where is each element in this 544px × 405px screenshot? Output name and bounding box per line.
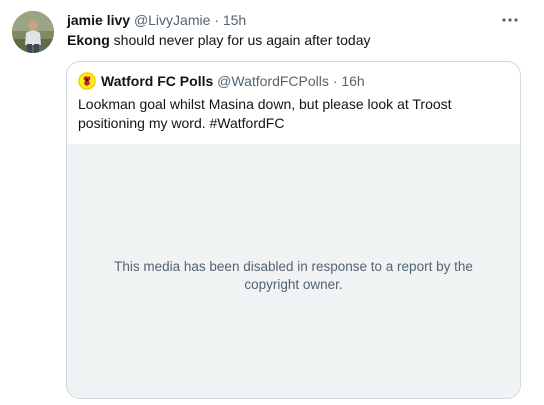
tweet[interactable]: jamie livy @LivyJamie · 15h Ekong should… (0, 0, 544, 405)
quoted-timestamp[interactable]: 16h (341, 72, 364, 90)
avatar[interactable] (12, 11, 54, 53)
quoted-author-handle[interactable]: @WatfordFCPolls (217, 72, 329, 90)
tweet-text-rest: should never play for us again after tod… (109, 32, 371, 48)
quoted-tweet-header: Watford FC Polls @WatfordFCPolls · 16h (78, 72, 365, 90)
timestamp[interactable]: 15h (223, 12, 246, 28)
author-handle[interactable]: @LivyJamie (134, 12, 210, 28)
author-name[interactable]: jamie livy (67, 12, 130, 28)
separator-dot: · (214, 12, 219, 28)
watford-badge-icon (78, 72, 96, 90)
more-options-button[interactable] (498, 10, 522, 30)
quoted-author-name[interactable]: Watford FC Polls (101, 72, 213, 90)
tweet-header: jamie livy @LivyJamie · 15h (67, 11, 246, 29)
media-disabled-notice: This media has been disabled in response… (114, 258, 473, 292)
avatar-photo-icon (12, 11, 54, 53)
tweet-text-bold: Ekong (67, 32, 110, 48)
quoted-separator-dot: · (332, 73, 338, 89)
more-horizontal-icon (502, 18, 518, 22)
disabled-media-placeholder: This media has been disabled in response… (67, 144, 520, 398)
quoted-tweet[interactable]: Watford FC Polls @WatfordFCPolls · 16h L… (66, 61, 521, 399)
quoted-tweet-text: Lookman goal whilst Masina down, but ple… (78, 96, 452, 131)
tweet-text: Ekong should never play for us again aft… (67, 31, 371, 50)
